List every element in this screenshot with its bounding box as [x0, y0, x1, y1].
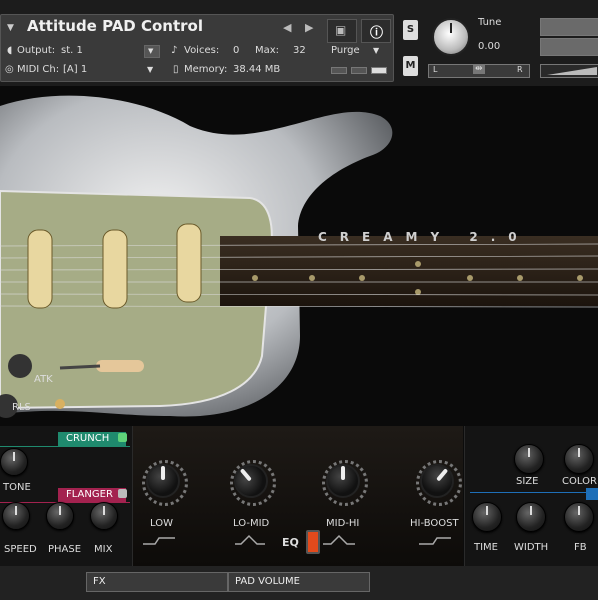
phase-knob[interactable] — [46, 502, 74, 530]
output-label: Output: — [17, 45, 56, 56]
hiboost-label: HI-BOOST — [410, 518, 459, 529]
crunch-led[interactable] — [118, 433, 127, 442]
volume-ramp-icon — [547, 67, 597, 75]
output-icon: ◖ — [7, 45, 13, 56]
fx-control-panel: CRUNCH TONE FLANGER SPEED PHASE MIX LOW … — [0, 426, 598, 566]
instrument-header: ▼ Attitude PAD Control ◀ ▶ ▣ ⓘ ◖ Output:… — [0, 0, 598, 86]
crunch-toggle[interactable]: CRUNCH — [58, 432, 126, 446]
info-button[interactable]: ⓘ — [361, 19, 391, 43]
voices-icon: ♪ — [171, 45, 178, 56]
output-meter-right — [540, 38, 598, 56]
pan-slider[interactable]: L ⇹ R — [428, 64, 530, 78]
camera-button[interactable]: ▣ — [327, 19, 357, 43]
max-label: Max: — [255, 45, 280, 56]
max-voices-value[interactable]: 32 — [293, 45, 306, 56]
output-dropdown[interactable]: ▼ — [144, 45, 160, 58]
level-meter-2 — [351, 67, 367, 74]
memory-icon: ▯ — [173, 64, 179, 75]
camera-icon: ▣ — [335, 23, 347, 37]
color-label: COLOR — [562, 476, 597, 487]
size-label: SIZE — [516, 476, 539, 487]
width-knob[interactable] — [516, 502, 546, 532]
tune-label: Tune — [478, 17, 502, 28]
footer-bar: FX PAD VOLUME — [0, 566, 598, 600]
low-label: LOW — [150, 518, 173, 529]
size-knob[interactable] — [514, 444, 544, 474]
memory-value: 38.44 MB — [233, 64, 281, 75]
next-instrument-icon[interactable]: ▶ — [305, 21, 313, 34]
phase-label: PHASE — [48, 544, 82, 555]
level-meter-1 — [331, 67, 347, 74]
guitar-artwork: CREAMY 2.0 ATK RLS — [0, 86, 598, 426]
midi-label: MIDI Ch: — [17, 64, 60, 75]
speed-knob[interactable] — [2, 502, 30, 530]
pan-handle-icon[interactable]: ⇹ — [473, 64, 485, 74]
mix-label: MIX — [94, 544, 113, 555]
delay-divider — [470, 492, 598, 493]
rls-label: RLS — [12, 402, 31, 413]
time-knob[interactable] — [472, 502, 502, 532]
output-meter-left — [540, 18, 598, 36]
pan-right-label: R — [517, 65, 523, 74]
width-label: WIDTH — [514, 542, 549, 553]
delay-toggle[interactable] — [586, 488, 598, 500]
prev-instrument-icon[interactable]: ◀ — [283, 21, 291, 34]
info-icon: ⓘ — [370, 26, 384, 41]
output-value[interactable]: st. 1 — [61, 45, 83, 56]
collapse-icon[interactable]: ▼ — [7, 23, 14, 33]
tone-knob[interactable] — [0, 448, 28, 476]
voices-value: 0 — [233, 45, 240, 56]
eq-power-button[interactable] — [306, 530, 320, 554]
purge-menu[interactable]: Purge — [331, 45, 360, 56]
mute-button[interactable]: M — [403, 56, 418, 76]
midhi-knob[interactable] — [326, 464, 360, 498]
tune-value[interactable]: 0.00 — [478, 41, 500, 52]
midi-dropdown-icon[interactable]: ▼ — [147, 65, 153, 74]
midi-channel-value[interactable]: [A] 1 — [63, 64, 87, 75]
eq-label: EQ — [282, 536, 299, 549]
tab-fx[interactable]: FX — [86, 572, 228, 592]
midhi-label: MID-HI — [326, 518, 360, 529]
color-knob[interactable] — [564, 444, 594, 474]
flanger-toggle[interactable]: FLANGER — [58, 488, 126, 502]
instrument-panel: ▼ Attitude PAD Control ◀ ▶ ▣ ⓘ ◖ Output:… — [0, 14, 394, 82]
fb-label: FB — [574, 542, 587, 553]
atk-label: ATK — [34, 374, 53, 385]
tab-pad-volume[interactable]: PAD VOLUME — [228, 572, 370, 592]
midi-icon: ◎ — [5, 64, 14, 75]
feedback-knob[interactable] — [564, 502, 594, 532]
flanger-led[interactable] — [118, 489, 127, 498]
mix-knob[interactable] — [90, 502, 118, 530]
lomid-label: LO-MID — [233, 518, 270, 529]
pan-left-label: L — [433, 65, 438, 74]
volume-slider[interactable] — [540, 64, 598, 78]
crunch-divider — [0, 446, 130, 447]
speed-label: SPEED — [4, 544, 37, 555]
level-meter-3 — [371, 67, 387, 74]
guitar-illustration — [0, 95, 598, 418]
time-label: TIME — [474, 542, 499, 553]
voices-label: Voices: — [184, 45, 220, 56]
brand-logo-text: CREAMY 2.0 — [318, 230, 530, 244]
instrument-title[interactable]: Attitude PAD Control — [27, 17, 203, 35]
tune-knob[interactable] — [432, 18, 470, 56]
tone-label: TONE — [3, 482, 31, 493]
solo-button[interactable]: S — [403, 20, 418, 40]
purge-dropdown-icon[interactable]: ▼ — [373, 46, 379, 55]
memory-label: Memory: — [184, 64, 228, 75]
low-knob[interactable] — [146, 464, 180, 498]
